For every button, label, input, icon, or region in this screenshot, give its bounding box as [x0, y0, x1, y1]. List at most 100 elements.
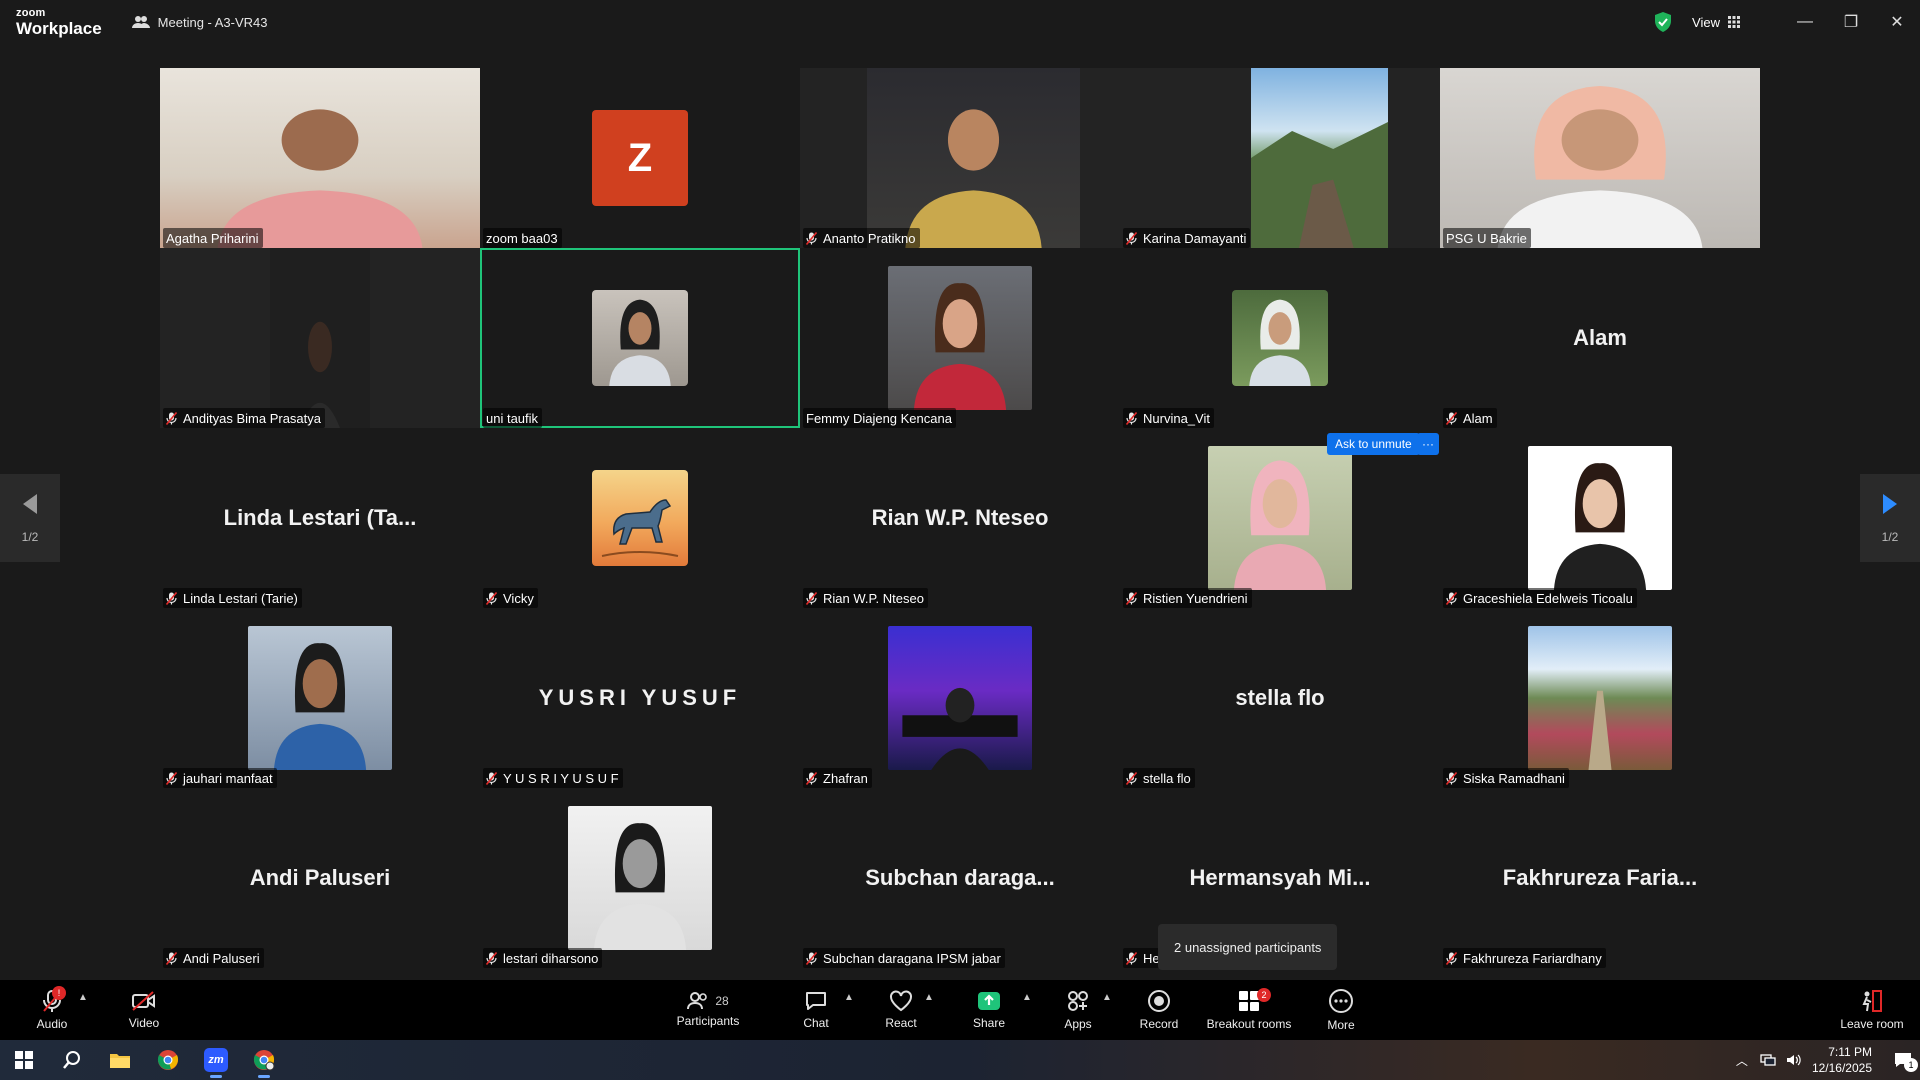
participant-tile[interactable]: Andi Paluseri Andi Paluseri: [160, 788, 480, 968]
start-button[interactable]: [0, 1040, 48, 1080]
zoom-taskbar-button[interactable]: zm: [192, 1040, 240, 1080]
participant-name-label: Subchan daragana IPSM jabar: [803, 948, 1005, 968]
participant-tile[interactable]: Femmy Diajeng Kencana: [800, 248, 1120, 428]
taskbar-clock[interactable]: 7:11 PM 12/16/2025: [1812, 1044, 1872, 1076]
zoom-window: zoom Workplace Meeting - A3-VR43 View — …: [0, 0, 1920, 1080]
taskbar-search-button[interactable]: [48, 1040, 96, 1080]
participant-tile[interactable]: Andityas Bima Prasatya: [160, 248, 480, 428]
share-options-chevron-icon[interactable]: ▲: [1022, 992, 1032, 1003]
video-button[interactable]: Video: [120, 980, 168, 1040]
muted-mic-icon: [166, 591, 177, 605]
participant-tile[interactable]: PSG U Bakrie: [1440, 68, 1760, 248]
meeting-title-text: Meeting - A3-VR43: [157, 14, 268, 30]
minimize-button[interactable]: —: [1782, 0, 1828, 44]
zoom-logo: zoom Workplace: [16, 7, 102, 37]
breakout-rooms-label: Breakout rooms: [1206, 1017, 1292, 1031]
muted-mic-icon: [806, 951, 817, 965]
zoom-app-icon: zm: [204, 1048, 228, 1072]
tray-expand-icon[interactable]: ︿: [1736, 1052, 1748, 1069]
participant-tile[interactable]: Graceshiela Edelweis Ticoalu: [1440, 428, 1760, 608]
view-button[interactable]: View: [1692, 15, 1740, 30]
share-button[interactable]: Share: [966, 980, 1012, 1040]
participant-tile[interactable]: Karina Damayanti: [1120, 68, 1440, 248]
participants-group-icon: [131, 16, 150, 28]
more-button[interactable]: More: [1322, 980, 1360, 1040]
participant-tile[interactable]: Ananto Pratikno: [800, 68, 1120, 248]
audio-label: Audio: [36, 1017, 68, 1031]
participant-video: [592, 290, 688, 386]
participant-tile[interactable]: Alam Alam: [1440, 248, 1760, 428]
participant-tile[interactable]: Subchan daraga... Subchan daragana IPSM j…: [800, 788, 1120, 968]
participant-name: Alam: [1463, 410, 1493, 426]
participant-tile[interactable]: Nurvina_Vit: [1120, 248, 1440, 428]
participant-name-label: stella flo: [1123, 768, 1195, 788]
ask-to-unmute-button[interactable]: Ask to unmute: [1327, 433, 1420, 455]
participant-name-label: Nurvina_Vit: [1123, 408, 1214, 428]
chat-options-chevron-icon[interactable]: ▲: [844, 992, 854, 1003]
meeting-title[interactable]: Meeting - A3-VR43: [131, 14, 268, 30]
participant-video: [888, 626, 1032, 770]
participants-icon: [687, 992, 708, 1010]
participant-name-label: jauhari manfaat: [163, 768, 277, 788]
arrow-left-icon: [23, 494, 37, 514]
participant-tile[interactable]: Linda Lestari (Ta... Linda Lestari (Tarie…: [160, 428, 480, 608]
audio-button[interactable]: Audio !: [28, 980, 76, 1040]
record-button[interactable]: Record: [1138, 980, 1180, 1040]
participants-label: Participants: [676, 1014, 740, 1028]
participants-button[interactable]: 28 Participants: [670, 980, 746, 1040]
apps-button[interactable]: Apps: [1058, 980, 1098, 1040]
system-tray: ︿ 7:11 PM 12/16/2025 1: [1736, 1040, 1920, 1080]
muted-mic-icon: [166, 411, 177, 425]
participant-video: [888, 266, 1032, 410]
participant-tile[interactable]: Vicky: [480, 428, 800, 608]
meeting-toolbar: Audio ! ▲ Video 28 Participants Chat ▲ R…: [0, 980, 1920, 1040]
participant-tile[interactable]: Siska Ramadhani: [1440, 608, 1760, 788]
participant-tile[interactable]: YUSRI YUSUF Y U S R I Y U S U F: [480, 608, 800, 788]
participant-name-label: lestari diharsono: [483, 948, 603, 968]
leave-room-button[interactable]: Leave room: [1836, 980, 1908, 1040]
muted-mic-icon: [1446, 951, 1457, 965]
next-page-button[interactable]: 1/2: [1860, 474, 1920, 562]
participant-tile[interactable]: stella flo stella flo: [1120, 608, 1440, 788]
tile-more-options-button[interactable]: ···: [1417, 433, 1439, 455]
participant-tile[interactable]: Zzoom baa03: [480, 68, 800, 248]
react-button[interactable]: React: [880, 980, 922, 1040]
close-icon: ✕: [1890, 14, 1904, 31]
chat-label: Chat: [803, 1016, 829, 1030]
prev-page-button[interactable]: 1/2: [0, 474, 60, 562]
notification-center-button[interactable]: 1: [1886, 1052, 1920, 1072]
participant-video: [568, 806, 712, 950]
video-off-icon: [132, 991, 155, 1011]
participant-tile[interactable]: jauhari manfaat: [160, 608, 480, 788]
chrome-icon: [157, 1050, 179, 1070]
muted-mic-icon: [1446, 591, 1457, 605]
participant-tile[interactable]: Fakhrureza Faria... Fakhrureza Fariardhan…: [1440, 788, 1760, 968]
audio-options-chevron-icon[interactable]: ▲: [78, 992, 88, 1003]
react-label: React: [885, 1016, 917, 1030]
volume-icon[interactable]: [1786, 1053, 1802, 1067]
muted-mic-icon: [486, 951, 497, 965]
react-options-chevron-icon[interactable]: ▲: [924, 992, 934, 1003]
encryption-shield-icon[interactable]: [1652, 11, 1674, 33]
participant-tile[interactable]: Zhafran: [800, 608, 1120, 788]
participant-tile[interactable]: lestari diharsono: [480, 788, 800, 968]
participant-tile[interactable]: Rian W.P. Nteseo Rian W.P. Nteseo: [800, 428, 1120, 608]
participant-tile[interactable]: Agatha Priharini: [160, 68, 480, 248]
apps-options-chevron-icon[interactable]: ▲: [1102, 992, 1112, 1003]
participant-name-placeholder: Alam: [1573, 325, 1627, 350]
chrome-button[interactable]: [144, 1040, 192, 1080]
network-icon[interactable]: [1760, 1053, 1776, 1067]
restore-button[interactable]: ❐: [1828, 0, 1874, 44]
chrome-profile-button[interactable]: [240, 1040, 288, 1080]
participant-name-label: Rian W.P. Nteseo: [803, 588, 928, 608]
muted-mic-icon: [1126, 411, 1137, 425]
participant-name: Karina Damayanti: [1143, 230, 1247, 246]
chat-button[interactable]: Chat: [796, 980, 836, 1040]
participant-tile[interactable]: uni taufik: [480, 248, 800, 428]
participant-name-placeholder: YUSRI YUSUF: [538, 685, 742, 710]
participant-name: Andi Paluseri: [183, 950, 260, 966]
participant-tile[interactable]: Ristien Yuendrieni: [1120, 428, 1440, 608]
close-button[interactable]: ✕: [1874, 0, 1920, 44]
file-explorer-button[interactable]: [96, 1040, 144, 1080]
breakout-rooms-button[interactable]: Breakout rooms 2: [1204, 980, 1294, 1040]
